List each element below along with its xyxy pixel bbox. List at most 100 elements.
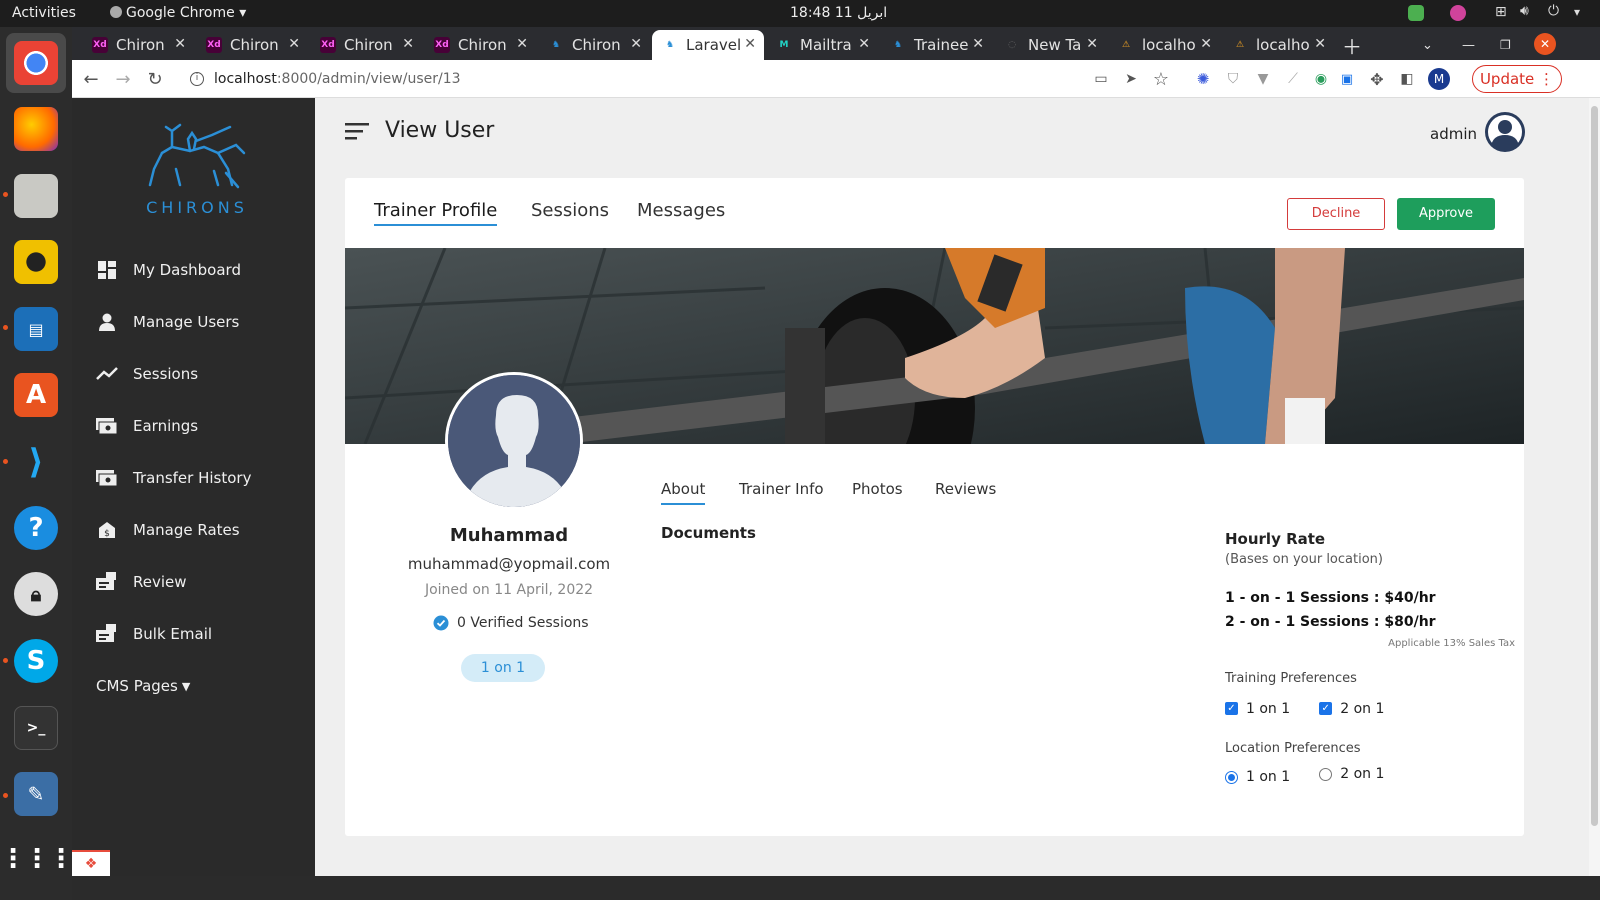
rhythmbox-icon[interactable] (14, 240, 58, 284)
checkbox-checked-icon[interactable]: ✓ (1319, 702, 1333, 715)
terminal-icon[interactable]: >_ (14, 706, 58, 750)
close-window-icon[interactable]: ✕ (1534, 33, 1556, 55)
approve-button[interactable]: Approve (1397, 198, 1495, 230)
sidebar-item-manage-rates[interactable]: $ Manage Rates (96, 515, 306, 545)
browser-tab[interactable]: Xd Chiron ✕ (196, 30, 308, 60)
close-icon[interactable]: ✕ (972, 36, 984, 52)
browser-tab[interactable]: Xd Chiron ✕ (310, 30, 422, 60)
close-icon[interactable]: ✕ (288, 36, 300, 52)
skype-icon[interactable]: S (14, 639, 58, 683)
sidebar-item-bulk-email[interactable]: Bulk Email (96, 619, 306, 649)
sidebar-item-sessions[interactable]: Sessions (96, 359, 306, 389)
admin-avatar[interactable] (1485, 112, 1525, 152)
forward-icon[interactable]: → (112, 68, 134, 90)
browser-tab[interactable]: ♞ Trainee ✕ (880, 30, 992, 60)
close-icon[interactable]: ✕ (402, 36, 414, 52)
volume-icon[interactable]: 🔊︎ (1520, 3, 1536, 19)
sidebar-item-review[interactable]: Review (96, 567, 306, 597)
extension-snowflake-icon[interactable]: ✺ (1192, 68, 1214, 90)
writer-icon[interactable]: ▤ (14, 307, 58, 351)
training-pref-2on1[interactable]: ✓ 2 on 1 (1319, 701, 1384, 717)
location-pref-1on1[interactable]: 1 on 1 (1225, 769, 1290, 785)
vscode-icon[interactable]: ⟩ (14, 440, 58, 484)
admin-username[interactable]: admin (1430, 125, 1477, 143)
sidebar-item-dashboard[interactable]: My Dashboard (96, 255, 306, 285)
close-icon[interactable]: ✕ (1086, 36, 1098, 52)
profile-avatar[interactable]: M (1428, 68, 1450, 90)
help-icon[interactable]: ? (14, 506, 58, 550)
sidebar-item-earnings[interactable]: Earnings (96, 411, 306, 441)
radio-unselected-icon[interactable] (1319, 767, 1333, 781)
close-icon[interactable]: ✕ (516, 36, 528, 52)
menu-toggle-icon[interactable] (345, 122, 371, 140)
tab-trainer-profile[interactable]: Trainer Profile (374, 200, 498, 226)
page-scrollbar[interactable] (1589, 98, 1600, 876)
extensions-puzzle-icon[interactable]: ✥ (1366, 68, 1388, 90)
extension-grammarly-icon[interactable]: ◉ (1310, 68, 1332, 90)
send-icon[interactable]: ➤ (1120, 68, 1142, 90)
scrollbar-thumb[interactable] (1591, 106, 1598, 826)
radio-selected-icon[interactable] (1225, 770, 1238, 784)
cast-icon[interactable]: ▭ (1090, 68, 1112, 90)
close-icon[interactable]: ✕ (1200, 36, 1212, 52)
subtab-trainer-info[interactable]: Trainer Info (739, 480, 824, 498)
profile-photo[interactable] (445, 372, 583, 510)
close-icon[interactable]: ✕ (174, 36, 186, 52)
browser-tab[interactable]: Xd Chiron ✕ (82, 30, 194, 60)
caret-down-icon[interactable]: ▾ (1574, 5, 1590, 21)
minimize-icon[interactable]: — (1462, 30, 1482, 60)
location-pref-2on1[interactable]: 2 on 1 (1319, 766, 1384, 782)
info-icon[interactable]: i (190, 72, 204, 86)
browser-tab[interactable]: ⚠ localho ✕ (1108, 30, 1220, 60)
browser-tab[interactable]: ⚠ localho ✕ (1222, 30, 1334, 60)
checkbox-checked-icon[interactable]: ✓ (1225, 702, 1238, 715)
back-icon[interactable]: ← (80, 68, 102, 90)
reload-icon[interactable]: ↻ (144, 68, 166, 90)
training-pref-1on1[interactable]: ✓ 1 on 1 (1225, 701, 1290, 717)
star-icon[interactable]: ☆ (1150, 68, 1172, 90)
show-apps-icon[interactable]: ⋮⋮⋮ (0, 837, 74, 881)
close-icon[interactable]: ✕ (1314, 36, 1326, 52)
firefox-icon[interactable] (14, 107, 58, 151)
browser-tab[interactable]: ◌ New Ta ✕ (994, 30, 1106, 60)
extension-pen-icon[interactable]: ⟋ (1282, 68, 1304, 90)
close-icon[interactable]: ✕ (858, 36, 870, 52)
side-panel-icon[interactable]: ◧ (1396, 68, 1418, 90)
shield-check-icon[interactable] (1408, 5, 1424, 21)
network-icon[interactable]: ⊞ (1495, 4, 1511, 20)
tab-search-icon[interactable]: ⌄ (1422, 30, 1442, 60)
clock[interactable]: 18:48 ابريل 11 (790, 5, 887, 21)
browser-tab[interactable]: Xd Chiron ✕ (424, 30, 536, 60)
extension-shield-icon[interactable]: ⛉ (1222, 68, 1244, 90)
chrome-icon[interactable] (14, 41, 58, 85)
app-menu[interactable]: Google Chrome ▾ (110, 5, 246, 21)
new-tab-button[interactable]: ＋ (1342, 30, 1364, 60)
browser-tab[interactable]: M Mailtra ✕ (766, 30, 878, 60)
sidebar-item-manage-users[interactable]: Manage Users (96, 307, 306, 337)
decline-button[interactable]: Decline (1287, 198, 1385, 230)
tab-sessions[interactable]: Sessions (531, 200, 609, 221)
update-button[interactable]: Update ⋮ (1472, 65, 1562, 93)
tray-app-icon[interactable] (1450, 5, 1466, 21)
laravel-debug-icon[interactable]: ❖ (72, 850, 110, 876)
browser-tab[interactable]: ♞ Chiron ✕ (538, 30, 650, 60)
sidebar-item-cms-pages[interactable]: CMS Pages ▼ (96, 671, 306, 701)
files-icon[interactable] (14, 174, 58, 218)
close-icon[interactable]: ✕ (630, 36, 642, 52)
software-center-icon[interactable]: A (14, 373, 58, 417)
text-editor-icon[interactable]: ✎ (14, 772, 58, 816)
subtab-photos[interactable]: Photos (852, 480, 903, 498)
tab-messages[interactable]: Messages (637, 200, 725, 221)
power-icon[interactable]: ⏻ (1548, 3, 1564, 19)
maximize-icon[interactable]: ❐ (1500, 30, 1520, 60)
extension-fi-icon[interactable]: ▣ (1336, 68, 1358, 90)
browser-tab-active[interactable]: ♞ Laravel ✕ (652, 30, 764, 60)
subtab-about[interactable]: About (661, 480, 706, 505)
sidebar-item-transfer-history[interactable]: Transfer History (96, 463, 306, 493)
keepass-icon[interactable]: 🔒︎ (14, 572, 58, 616)
extension-vue-icon[interactable]: ▼ (1252, 68, 1274, 90)
close-icon[interactable]: ✕ (744, 36, 756, 52)
activities-button[interactable]: Activities (12, 5, 76, 21)
subtab-reviews[interactable]: Reviews (935, 480, 996, 498)
sidebar-item-label: Manage Users (133, 313, 240, 331)
